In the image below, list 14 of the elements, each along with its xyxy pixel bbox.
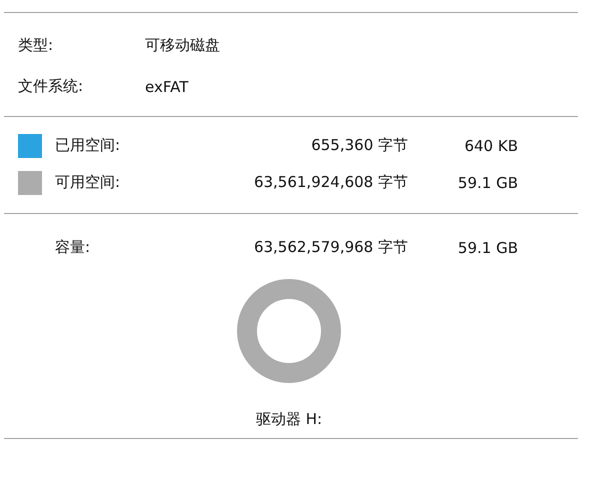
property-label: 文件系统: (17, 77, 84, 96)
usage-bytes: 63,561,924,608 字节 (252, 173, 408, 192)
usage-bytes: 655,360 字节 (310, 136, 408, 155)
capacity-size: 59.1 GB (456, 238, 518, 256)
property-value: 可移动磁盘 (145, 36, 220, 55)
usage-size: 59.1 GB (456, 174, 518, 192)
capacity-label: 容量: (55, 238, 92, 257)
usage-size: 640 KB (463, 136, 518, 154)
usage-label: 可用空间: (55, 173, 122, 192)
capacity-bytes: 63,562,579,968 字节 (252, 238, 408, 257)
property-label: 类型: (17, 36, 54, 55)
drive-label: 驱动器 H: (256, 410, 322, 430)
property-value: exFAT (145, 78, 188, 96)
usage-label: 已用空间: (55, 136, 122, 155)
